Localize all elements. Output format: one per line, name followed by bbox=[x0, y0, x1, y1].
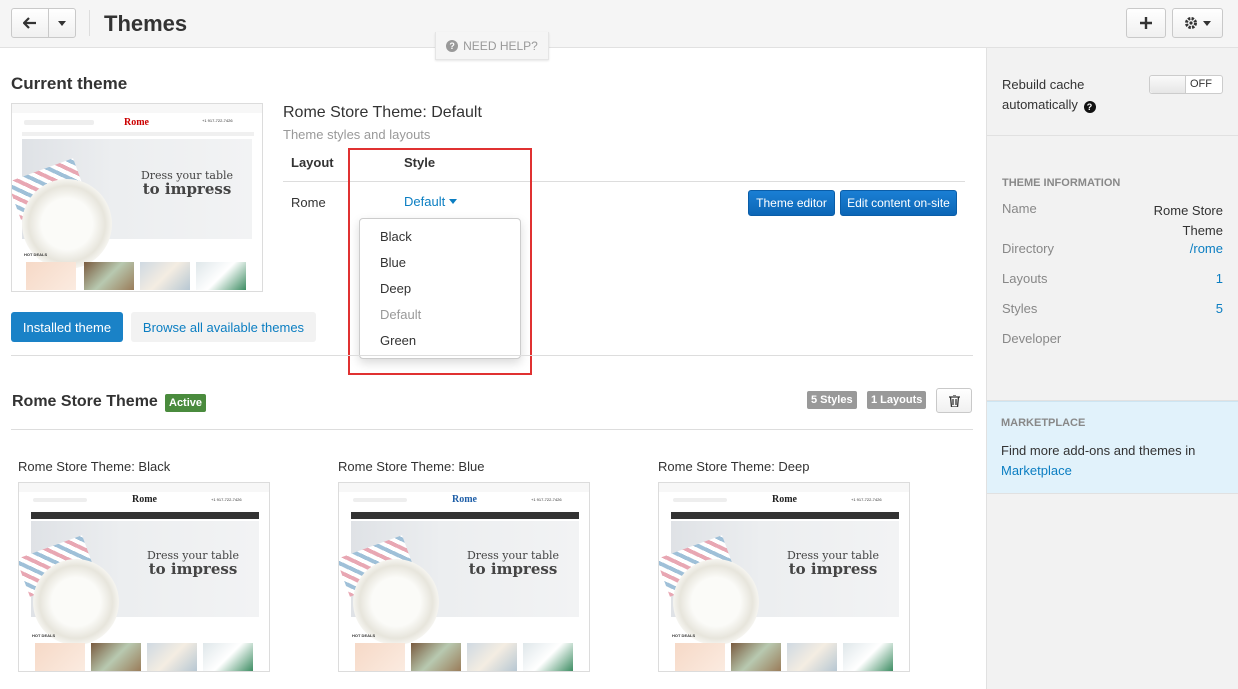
layouts-count-badge: 1 Layouts bbox=[867, 391, 927, 409]
preview-blue-thumbnail[interactable]: Rome +1 917-722-7426 Dress your table to … bbox=[338, 482, 590, 672]
thumb-hot-deals: HOT DEALS bbox=[352, 633, 376, 638]
styles-count-badge: 5 Styles bbox=[807, 391, 857, 409]
info-styles-link[interactable]: 5 bbox=[1216, 301, 1223, 316]
theme-editor-button[interactable]: Theme editor bbox=[748, 190, 835, 216]
top-toolbar: Themes bbox=[0, 0, 1238, 48]
question-icon: ? bbox=[446, 39, 459, 52]
toolbar-divider bbox=[89, 10, 90, 36]
thumb-logo: Rome bbox=[772, 494, 797, 505]
page-title: Themes bbox=[104, 11, 188, 36]
theme-block-divider bbox=[11, 429, 973, 430]
info-name-label: Name bbox=[1002, 201, 1037, 216]
thumb-hero-text: Dress your table to impress bbox=[466, 549, 560, 578]
rebuild-cache-toggle[interactable]: OFF bbox=[1149, 75, 1223, 94]
rebuild-cache-label: Rebuild cache automatically ? bbox=[1002, 75, 1122, 115]
thumb-hot-deals: HOT DEALS bbox=[24, 252, 48, 257]
tab-installed-theme[interactable]: Installed theme bbox=[11, 312, 123, 342]
info-layouts-link[interactable]: 1 bbox=[1216, 271, 1223, 286]
preview-deep-title: Rome Store Theme: Deep bbox=[658, 459, 810, 474]
current-theme-thumbnail: Rome +1 917-722-7426 Dress your table to… bbox=[11, 103, 263, 292]
arrow-left-icon bbox=[23, 17, 36, 29]
marketplace-title: MARKETPLACE bbox=[1001, 417, 1086, 429]
thumb-logo: Rome bbox=[124, 117, 149, 128]
layout-value: Rome bbox=[291, 195, 326, 210]
info-layouts-label: Layouts bbox=[1002, 271, 1048, 286]
info-directory-label: Directory bbox=[1002, 241, 1055, 256]
marketplace-text: Find more add-ons and themes in Marketpl… bbox=[1001, 443, 1196, 478]
thumb-hero-text: Dress your table to impress bbox=[146, 549, 240, 578]
back-button[interactable] bbox=[11, 8, 49, 38]
preview-blue-title: Rome Store Theme: Blue bbox=[338, 459, 485, 474]
settings-button[interactable] bbox=[1172, 8, 1223, 38]
sidebar bbox=[986, 48, 1238, 689]
gear-icon bbox=[1185, 17, 1197, 29]
layout-column-header: Layout bbox=[291, 155, 334, 170]
thumb-phone: +1 917-722-7426 bbox=[211, 497, 242, 502]
current-theme-heading: Current theme bbox=[11, 74, 128, 93]
info-directory-link[interactable]: /rome bbox=[1190, 241, 1223, 256]
preview-black-thumbnail[interactable]: Rome +1 917-722-7426 Dress your table to … bbox=[18, 482, 270, 672]
add-button[interactable] bbox=[1126, 8, 1166, 38]
edit-content-on-site-button[interactable]: Edit content on-site bbox=[840, 190, 957, 216]
preview-deep-thumbnail[interactable]: Rome +1 917-722-7426 Dress your table to … bbox=[658, 482, 910, 672]
trash-icon bbox=[948, 394, 960, 407]
info-name-value: Rome Store Theme bbox=[1153, 203, 1223, 238]
help-icon[interactable]: ? bbox=[1083, 101, 1096, 113]
preview-black-title: Rome Store Theme: Black bbox=[18, 459, 171, 474]
need-help-label: NEED HELP? bbox=[463, 38, 538, 53]
current-theme-subtitle: Theme styles and layouts bbox=[283, 127, 431, 142]
info-styles-label: Styles bbox=[1002, 301, 1038, 316]
toggle-state-label: OFF bbox=[1190, 78, 1212, 90]
thumb-phone: +1 917-722-7426 bbox=[531, 497, 562, 502]
section-divider bbox=[11, 355, 973, 356]
marketplace-link[interactable]: Marketplace bbox=[1001, 463, 1072, 478]
thumb-hero-text: Dress your table to impress bbox=[786, 549, 880, 578]
need-help-tab[interactable]: ? NEED HELP? bbox=[435, 32, 549, 60]
theme-info-section bbox=[987, 136, 1238, 401]
delete-theme-button[interactable] bbox=[936, 388, 972, 413]
highlight-box bbox=[348, 148, 532, 375]
tab-browse-themes[interactable]: Browse all available themes bbox=[131, 312, 316, 342]
thumb-logo: Rome bbox=[132, 494, 157, 505]
caret-down-icon bbox=[58, 20, 66, 26]
thumb-phone: +1 917-722-7426 bbox=[851, 497, 882, 502]
thumb-hero-text: Dress your table to impress bbox=[140, 169, 234, 198]
current-theme-title: Rome Store Theme: Default bbox=[283, 104, 482, 121]
thumb-hot-deals: HOT DEALS bbox=[32, 633, 56, 638]
history-dropdown-button[interactable] bbox=[48, 8, 76, 38]
caret-down-icon bbox=[1203, 20, 1211, 26]
info-developer-label: Developer bbox=[1002, 331, 1062, 346]
thumb-logo: Rome bbox=[452, 494, 477, 505]
thumb-hot-deals: HOT DEALS bbox=[672, 633, 696, 638]
thumb-phone: +1 917-722-7426 bbox=[202, 118, 233, 123]
theme-information-title: THEME INFORMATION bbox=[1002, 177, 1121, 189]
active-badge: Active bbox=[165, 394, 207, 412]
theme-name-heading: Rome Store Theme bbox=[12, 393, 158, 410]
plus-icon bbox=[1140, 17, 1152, 29]
